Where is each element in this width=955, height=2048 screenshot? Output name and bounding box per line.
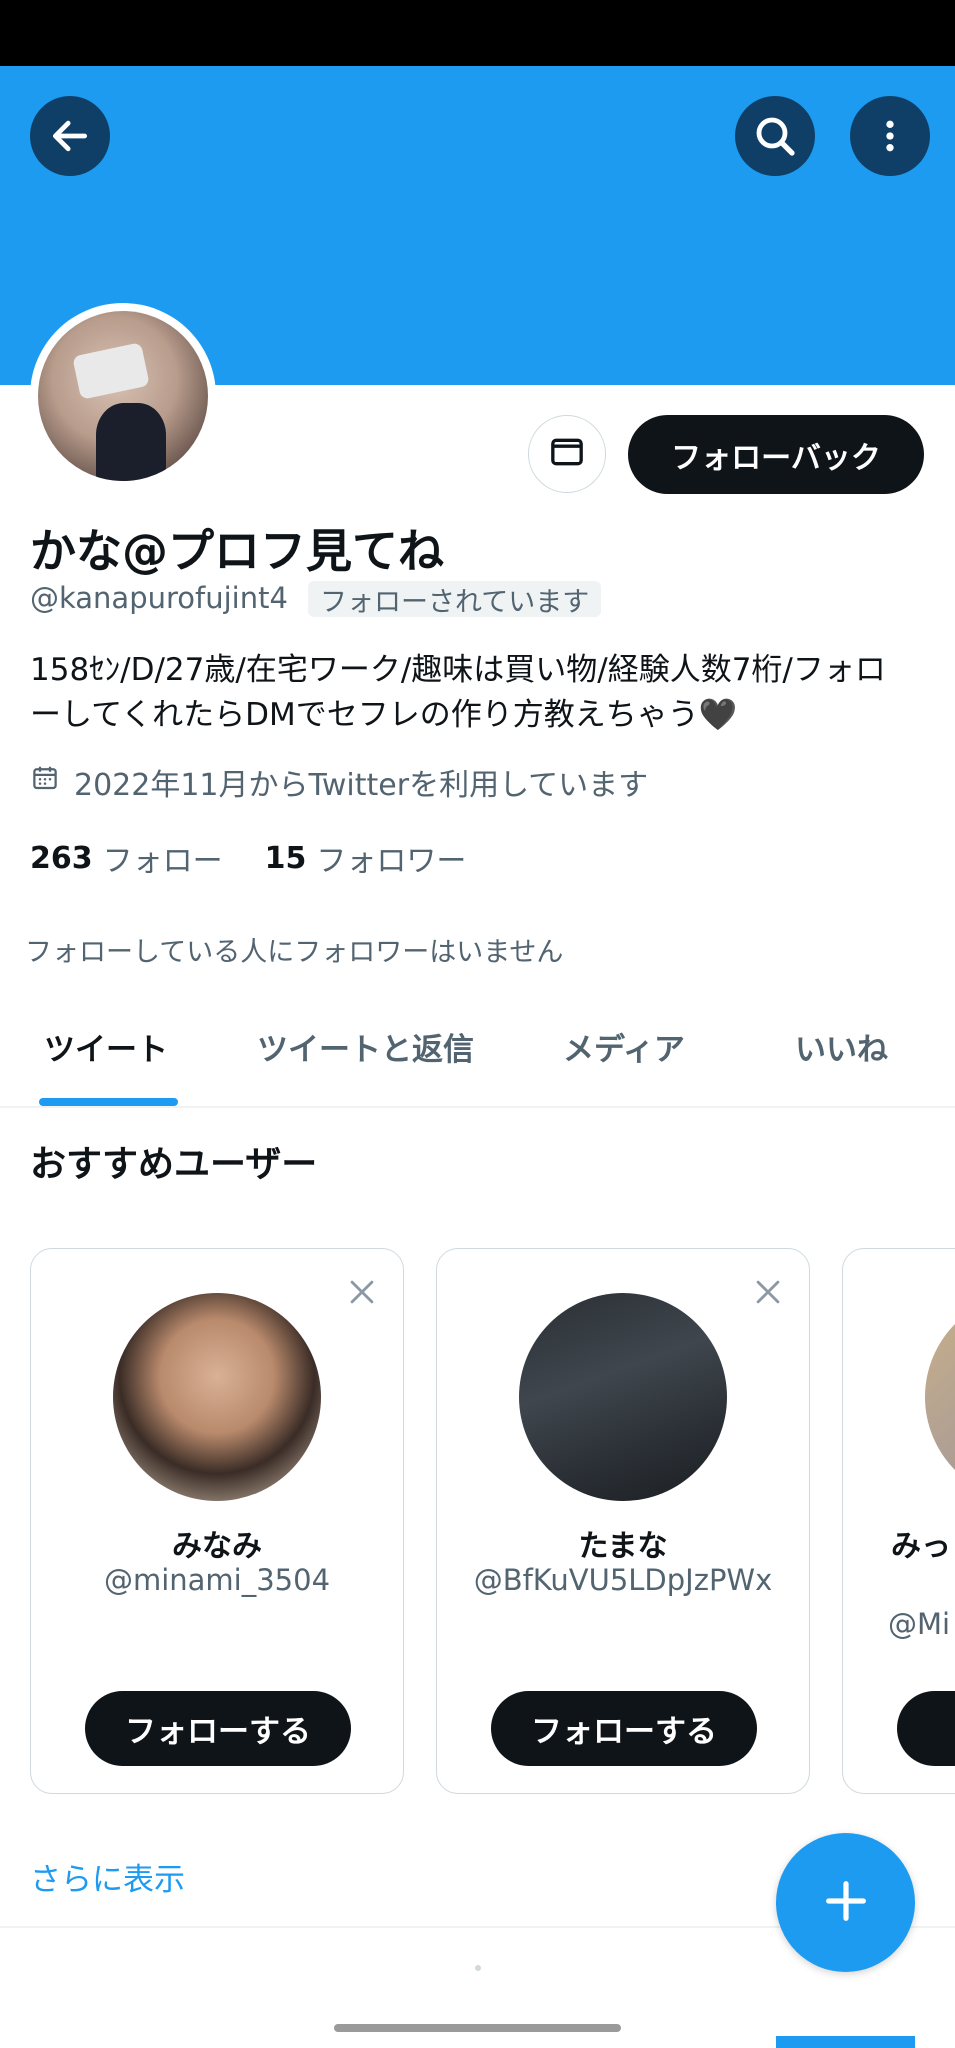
no-mutual-followers-text: フォローしている人にフォロワーはいません	[25, 937, 564, 968]
follow-button[interactable]: フォローする	[85, 1691, 351, 1766]
user-card-handle: @minami_3504	[103, 1563, 331, 1597]
active-tab-indicator	[39, 1098, 178, 1106]
profile-avatar[interactable]	[30, 303, 216, 489]
user-card-name: たまな	[578, 1529, 668, 1564]
user-card[interactable]: みなみ @minami_3504 フォローする	[30, 1248, 404, 1794]
avatar-image	[38, 311, 208, 481]
user-card-handle: @BfKuVU5LDpJzPWx	[473, 1563, 773, 1597]
avatar[interactable]	[519, 1293, 727, 1501]
plus-icon	[820, 1875, 872, 1931]
follows-you-badge: フォローされています	[308, 581, 602, 618]
follow-button[interactable]: フォローする	[491, 1691, 757, 1766]
compose-tweet-button[interactable]	[776, 1833, 915, 1972]
profile-tabs: ツイート ツイートと返信 メディア いいね	[0, 985, 955, 1108]
user-card[interactable]: たまな @BfKuVU5LDpJzPWx フォローする	[436, 1248, 810, 1794]
message-button[interactable]	[528, 415, 606, 493]
user-card-handle: @Mi	[888, 1607, 951, 1641]
search-icon	[751, 112, 799, 160]
calendar-icon	[30, 763, 74, 801]
follow-button[interactable]: フ	[897, 1691, 955, 1766]
following-label[interactable]: フォロー	[103, 836, 223, 880]
joined-text: 2022年11月からTwitterを利用しています	[74, 768, 649, 803]
tab-tweets-and-replies[interactable]: ツイートと返信	[257, 985, 474, 1108]
search-button[interactable]	[735, 96, 815, 176]
profile-bio: 158ｾﾝ/D/27歳/在宅ワーク/趣味は買い物/経験人数7桁/フォローしてくれ…	[30, 652, 886, 733]
follow-back-button[interactable]: フォローバック	[628, 415, 924, 494]
mail-icon	[547, 432, 587, 476]
more-options-button[interactable]	[850, 96, 930, 176]
bottom-peek-element	[776, 2036, 915, 2048]
tab-media[interactable]: メディア	[563, 985, 685, 1108]
followers-count[interactable]: 15	[265, 841, 307, 876]
joined-date: 2022年11月からTwitterを利用しています	[30, 762, 649, 803]
avatar[interactable]	[113, 1293, 321, 1501]
following-count[interactable]: 263	[30, 841, 93, 876]
tab-likes[interactable]: いいね	[795, 985, 888, 1108]
user-card-name: みっ	[891, 1529, 951, 1564]
close-icon[interactable]	[751, 1275, 785, 1313]
arrow-left-icon	[48, 114, 92, 158]
home-indicator[interactable]	[334, 2024, 621, 2032]
tab-tweets[interactable]: ツイート	[44, 985, 168, 1108]
profile-handle: @kanapurofujint4	[30, 581, 288, 615]
user-card-name: みなみ	[172, 1529, 262, 1564]
status-bar	[0, 0, 955, 66]
close-icon[interactable]	[345, 1275, 379, 1313]
profile-display-name: かな@プロフ見てね	[30, 524, 444, 578]
show-more-link[interactable]: さらに表示	[30, 1854, 185, 1899]
back-button[interactable]	[30, 96, 110, 176]
follow-stats: 263 フォロー 15 フォロワー	[30, 836, 508, 880]
more-vertical-icon	[870, 114, 910, 158]
avatar[interactable]	[925, 1293, 955, 1501]
loading-indicator	[475, 1965, 481, 1971]
recommended-users-title: おすすめユーザー	[30, 1144, 318, 1185]
user-card[interactable]: みっ @Mi フ	[842, 1248, 955, 1794]
followers-label[interactable]: フォロワー	[316, 836, 466, 880]
